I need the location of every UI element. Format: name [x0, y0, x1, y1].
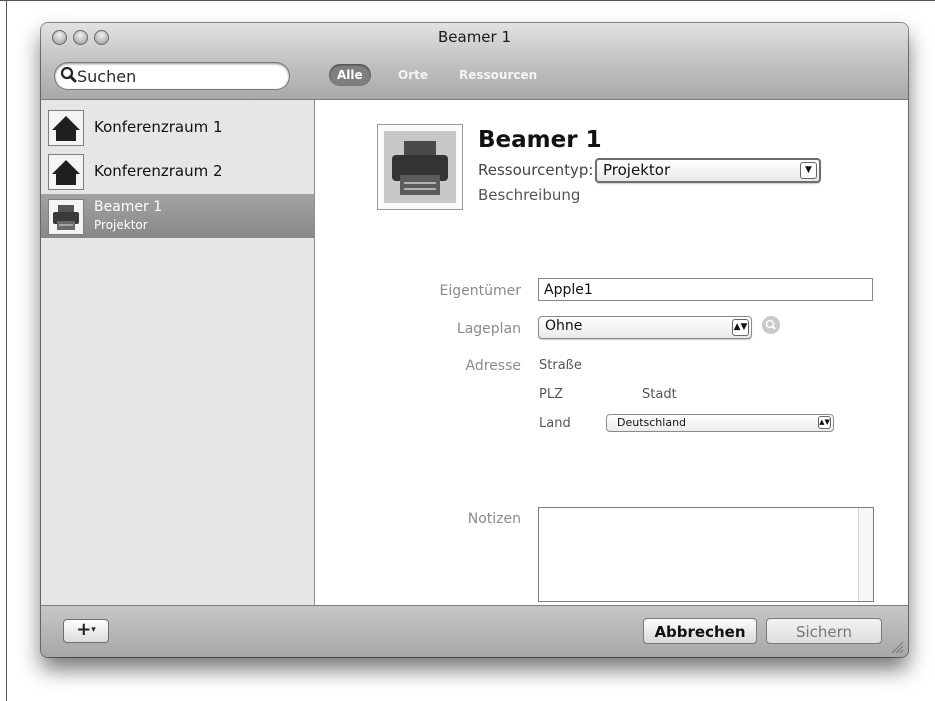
sidebar-item-label: Beamer 1	[94, 199, 163, 215]
floorplan-popup[interactable]: Ohne ▲▼	[538, 316, 752, 339]
floorplan-value: Ohne	[545, 318, 583, 334]
updown-arrows-icon: ▲▼	[732, 319, 749, 336]
resource-window: Beamer 1 Alle Orte Ressourcen Konferenzr…	[41, 23, 908, 657]
sidebar-item-konferenzraum-1[interactable]: Konferenzraum 1	[41, 105, 314, 149]
resource-type-value: Projektor	[603, 161, 671, 179]
titlebar: Beamer 1 Alle Orte Ressourcen	[41, 23, 908, 100]
address-label: Adresse	[465, 358, 521, 374]
house-icon	[48, 110, 84, 146]
notes-scrollbar[interactable]	[858, 508, 873, 601]
cancel-button[interactable]: Abbrechen	[643, 618, 757, 644]
floorplan-label: Lageplan	[456, 321, 521, 337]
notes-label: Notizen	[467, 511, 521, 527]
sidebar-item-label: Konferenzraum 2	[94, 162, 223, 180]
street-label[interactable]: Straße	[539, 358, 582, 373]
sidebar: Konferenzraum 1 Konferenzraum 2 Beamer 1…	[41, 100, 315, 605]
resource-type-popup[interactable]: Projektor ▼	[595, 158, 821, 183]
screenshot-border-left	[6, 0, 7, 701]
add-button[interactable]: +▾	[63, 619, 109, 643]
country-label: Land	[539, 416, 571, 431]
chevron-down-icon: ▼	[800, 162, 817, 179]
window-title: Beamer 1	[437, 28, 512, 46]
country-value: Deutschland	[617, 416, 687, 429]
screenshot-border-top	[0, 0, 935, 1]
city-label[interactable]: Stadt	[642, 387, 677, 402]
zip-label[interactable]: PLZ	[539, 387, 563, 402]
filter-resources[interactable]: Ressourcen	[459, 64, 537, 86]
filter-places[interactable]: Orte	[398, 64, 428, 86]
chevron-down-icon: ▾	[91, 625, 96, 635]
save-button[interactable]: Sichern	[766, 618, 882, 644]
country-popup[interactable]: Deutschland ▲▼	[606, 414, 834, 432]
search-input[interactable]	[77, 65, 277, 87]
owner-field[interactable]	[538, 278, 873, 301]
updown-arrows-icon: ▲▼	[818, 416, 831, 429]
sidebar-item-sublabel: Projektor	[94, 218, 148, 232]
printer-icon	[48, 199, 84, 235]
notes-input[interactable]	[539, 508, 873, 601]
resource-type-label: Ressourcentyp:	[478, 161, 594, 179]
detail-pane: Beamer 1 Ressourcentyp: Projektor ▼ Besc…	[315, 100, 908, 605]
printer-icon	[384, 131, 456, 203]
owner-label: Eigentümer	[439, 283, 521, 299]
house-icon	[48, 154, 84, 190]
filter-all[interactable]: Alle	[329, 64, 371, 86]
bottom-bar: +▾ Abbrechen Sichern	[41, 605, 908, 657]
sidebar-item-label: Konferenzraum 1	[94, 118, 223, 136]
resource-title: Beamer 1	[478, 127, 602, 153]
owner-input[interactable]	[539, 279, 872, 301]
description-field[interactable]: Beschreibung	[478, 186, 580, 204]
plus-icon: +	[76, 619, 92, 640]
magnifier-icon[interactable]	[761, 315, 781, 335]
search-field[interactable]	[55, 63, 289, 89]
sidebar-item-konferenzraum-2[interactable]: Konferenzraum 2	[41, 149, 314, 193]
sidebar-item-beamer-1[interactable]: Beamer 1 Projektor	[41, 194, 314, 238]
resource-image-well[interactable]	[377, 124, 463, 210]
search-icon	[60, 66, 77, 83]
notes-field[interactable]	[538, 507, 874, 602]
resize-grip-icon[interactable]	[890, 640, 904, 654]
